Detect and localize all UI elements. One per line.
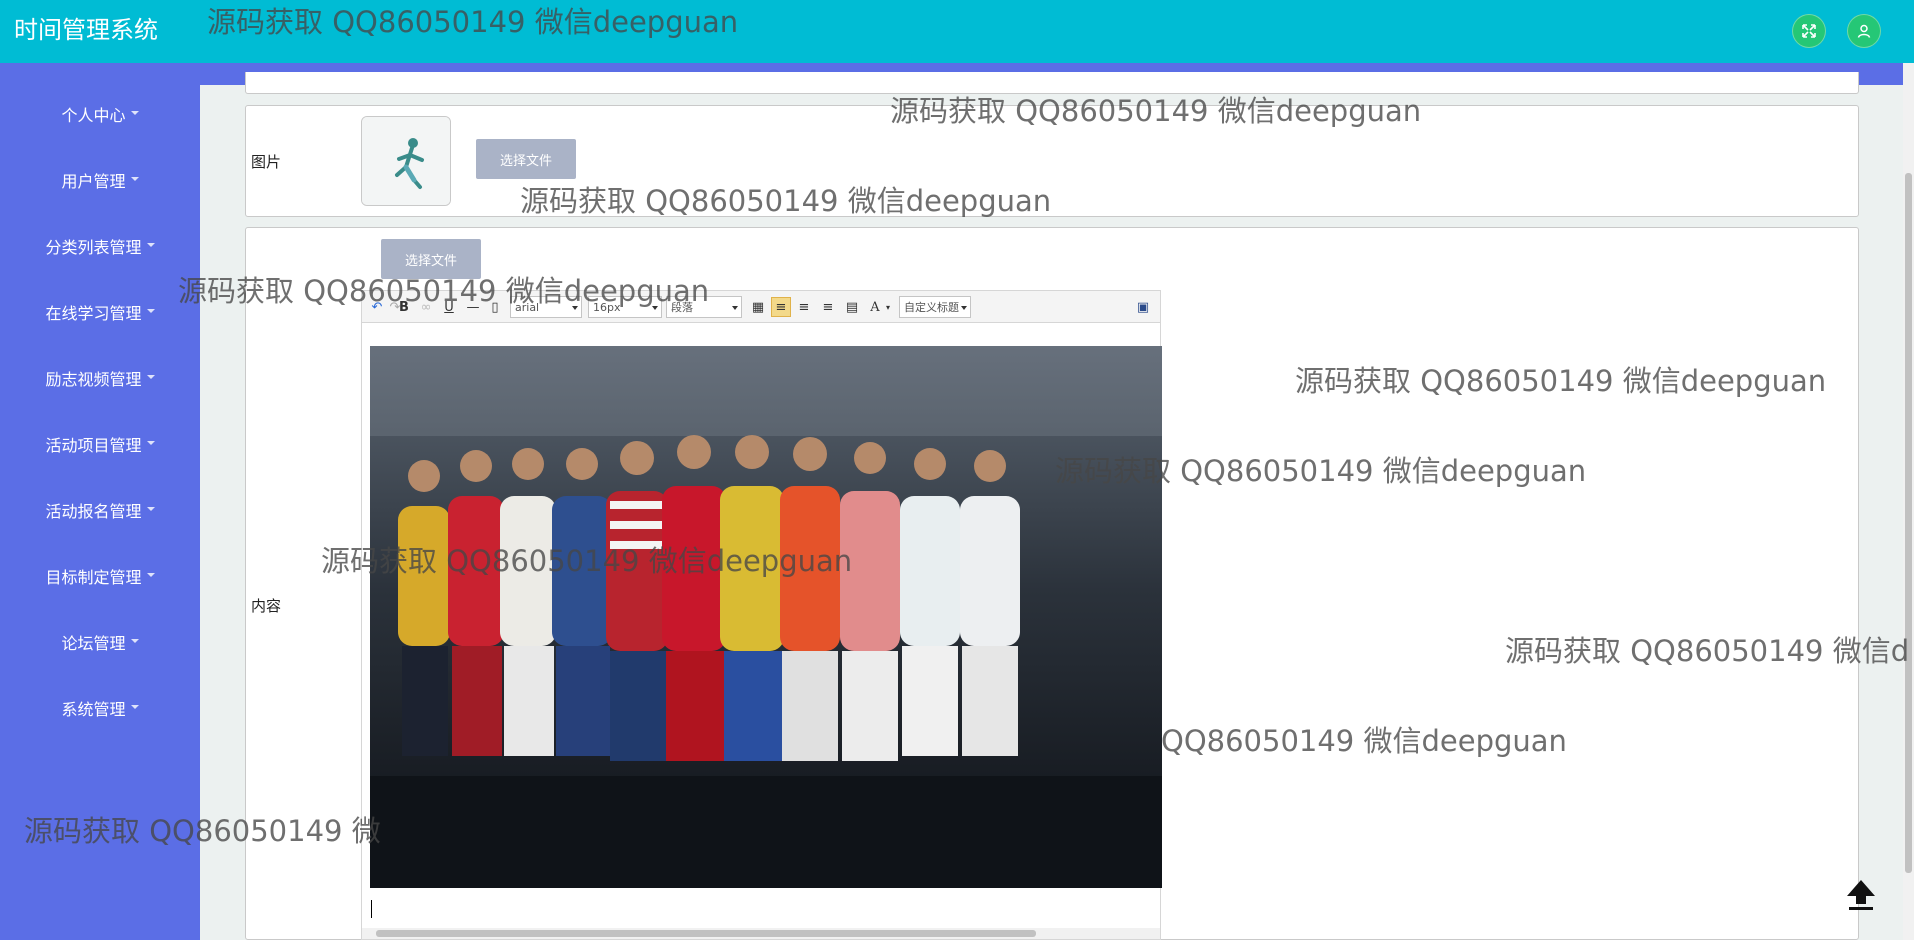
back-to-top-button[interactable] [1841, 874, 1881, 914]
top-header: 时间管理系统 [0, 0, 1914, 63]
caret-down-icon [130, 639, 139, 643]
font-family-value: arial [515, 300, 540, 314]
sidebar-item-label: 系统管理 [61, 700, 126, 719]
sidebar-item-activity-project[interactable]: 活动项目管理 [0, 426, 200, 462]
underline-button[interactable]: U [441, 297, 457, 317]
sidebar-item-label: 分类列表管理 [45, 238, 142, 257]
paragraph-value: 段落 [671, 301, 693, 314]
undo-icon[interactable]: ↶ [370, 297, 384, 317]
sidebar-item-label: 用户管理 [61, 172, 126, 191]
sidebar-item-system[interactable]: 系统管理 [0, 690, 200, 726]
embedded-team-photo [370, 346, 1162, 888]
sidebar-item-label: 在线学习管理 [45, 304, 142, 323]
image-thumbnail[interactable] [361, 116, 451, 206]
arrow-up-icon [1847, 880, 1875, 910]
expand-icon [1802, 24, 1816, 38]
sidebar-item-label: 活动项目管理 [45, 436, 142, 455]
text-cursor [371, 900, 372, 918]
font-color-dropdown-icon[interactable]: ▾ [884, 297, 892, 317]
sidebar-item-forum[interactable]: 论坛管理 [0, 624, 200, 660]
sidebar: 个人中心 用户管理 分类列表管理 在线学习管理 励志视频管理 活动项目管理 活动… [0, 63, 200, 940]
align-center-icon[interactable]: ≡ [819, 297, 837, 317]
sidebar-item-category-list[interactable]: 分类列表管理 [0, 228, 200, 264]
caret-down-icon [130, 705, 139, 709]
sidebar-item-label: 目标制定管理 [45, 568, 142, 587]
image-label: 图片 [251, 153, 282, 171]
user-icon [1857, 24, 1871, 38]
custom-title-value: 自定义标题 [904, 301, 959, 314]
table-icon[interactable]: ▦ [749, 297, 767, 317]
football-players-image [370, 346, 1162, 888]
editor-horizontal-scrollbar[interactable] [362, 928, 1160, 939]
page-vertical-scrollbar[interactable] [1903, 63, 1914, 940]
sidebar-item-label: 励志视频管理 [45, 370, 142, 389]
caret-down-icon [130, 111, 139, 115]
sidebar-item-motivational-video[interactable]: 励志视频管理 [0, 360, 200, 396]
sidebar-item-label: 活动报名管理 [45, 502, 142, 521]
font-size-select[interactable]: 16px [588, 296, 662, 318]
caret-down-icon [146, 375, 155, 379]
caret-down-icon [130, 177, 139, 181]
bold-button[interactable]: B [396, 297, 412, 317]
sidebar-item-label: 个人中心 [61, 106, 126, 125]
app-title: 时间管理系统 [14, 16, 158, 44]
fullscreen-button[interactable] [1792, 14, 1826, 48]
italic-icon[interactable]: ∞ [418, 297, 434, 317]
caret-down-icon [146, 309, 155, 313]
fullscreen-editor-icon[interactable]: ▣ [1134, 297, 1152, 317]
font-family-select[interactable]: arial [510, 296, 582, 318]
rich-text-editor[interactable]: ↶ ↷ B ∞ U — ▯ arial 16px 段落 ▦ ≡ ≡ ≡ ▤ A … [361, 290, 1162, 940]
strikethrough-icon[interactable]: — [465, 297, 481, 317]
font-color-button[interactable]: A [867, 297, 883, 317]
caret-down-icon [146, 441, 155, 445]
caret-down-icon [146, 243, 155, 247]
align-right-icon[interactable]: ≡ [795, 297, 813, 317]
caret-down-icon [146, 573, 155, 577]
sidebar-item-activity-signup[interactable]: 活动报名管理 [0, 492, 200, 528]
editor-toolbar: ↶ ↷ B ∞ U — ▯ arial 16px 段落 ▦ ≡ ≡ ≡ ▤ A … [362, 291, 1160, 323]
choose-content-file-button[interactable]: 选择文件 [381, 239, 481, 279]
sidebar-item-label: 论坛管理 [61, 634, 126, 653]
paragraph-select[interactable]: 段落 [666, 296, 742, 318]
choose-image-file-button[interactable]: 选择文件 [476, 139, 576, 179]
sidebar-item-goal-setting[interactable]: 目标制定管理 [0, 558, 200, 594]
sidebar-item-online-learning[interactable]: 在线学习管理 [0, 294, 200, 330]
runner-image [362, 117, 450, 205]
sidebar-item-user-management[interactable]: 用户管理 [0, 162, 200, 198]
content-label: 内容 [251, 597, 282, 615]
sidebar-item-personal-center[interactable]: 个人中心 [0, 96, 200, 132]
align-left-icon[interactable]: ≡ [771, 297, 791, 317]
custom-title-select[interactable]: 自定义标题 [899, 296, 971, 318]
align-justify-icon[interactable]: ▤ [843, 297, 861, 317]
user-profile-button[interactable] [1847, 14, 1881, 48]
font-size-value: 16px [593, 300, 621, 314]
previous-form-row [245, 72, 1859, 94]
caret-down-icon [146, 507, 155, 511]
format-clear-icon[interactable]: ▯ [488, 297, 502, 317]
